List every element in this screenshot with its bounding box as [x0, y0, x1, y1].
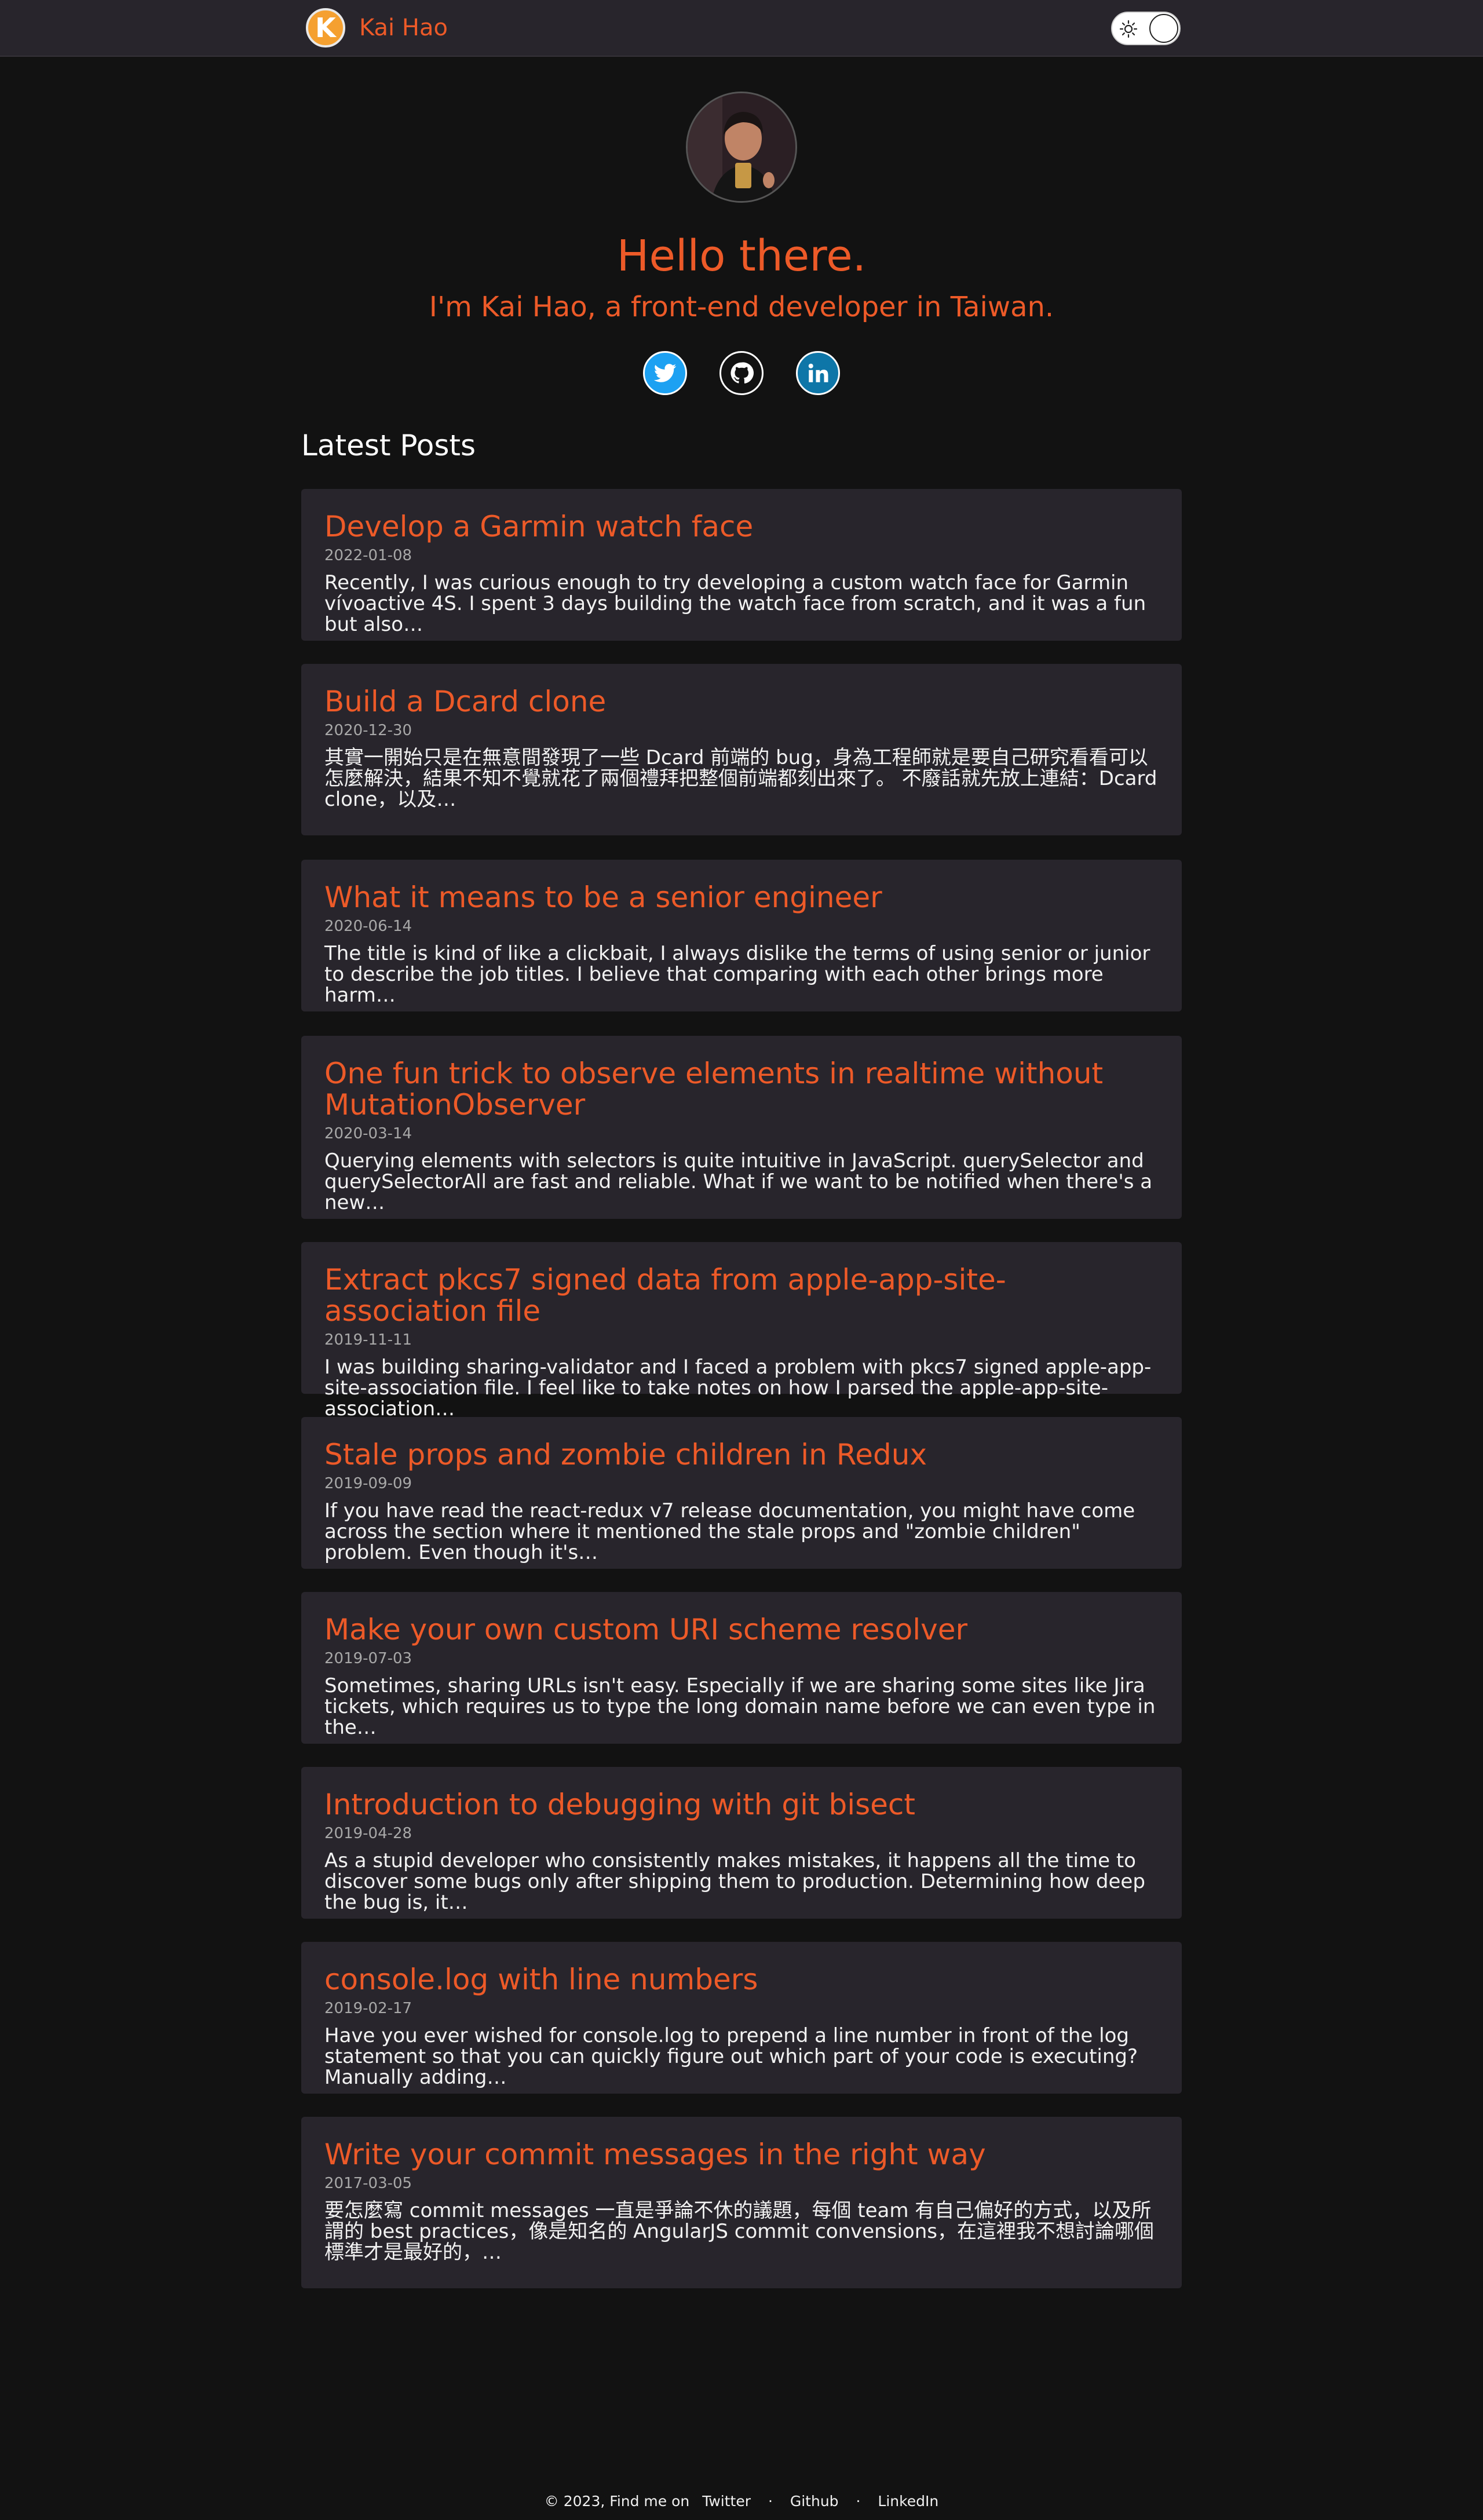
- post-excerpt: As a stupid developer who consistently m…: [324, 1849, 1145, 1914]
- post-date: 2020-06-14: [324, 918, 412, 935]
- post-card[interactable]: Extract pkcs7 signed data from apple-app…: [301, 1242, 1182, 1419]
- toggle-knob: [1149, 14, 1178, 43]
- site-footer: © 2023, Find me on Twitter · Github · Li…: [0, 2491, 1483, 2512]
- footer-separator: ·: [768, 2493, 773, 2510]
- site-title-link[interactable]: Kai Hao: [359, 12, 448, 44]
- post-title[interactable]: Stale props and zombie children in Redux: [324, 1439, 1159, 1470]
- post-excerpt: The title is kind of like a clickbait, I…: [324, 942, 1150, 1007]
- post-title[interactable]: Make your own custom URI scheme resolver: [324, 1614, 1159, 1645]
- linkedin-link[interactable]: [796, 351, 840, 395]
- post-title[interactable]: Introduction to debugging with git bisec…: [324, 1789, 1159, 1820]
- linkedin-icon: [808, 363, 828, 382]
- post-card[interactable]: What it means to be a senior engineer 20…: [301, 860, 1182, 1011]
- header-inner: K Kai Hao: [301, 0, 1182, 56]
- post-card[interactable]: Make your own custom URI scheme resolver…: [301, 1592, 1182, 1744]
- site-header: K Kai Hao: [0, 0, 1483, 57]
- post-excerpt: Have you ever wished for console.log to …: [324, 2024, 1138, 2089]
- post-card[interactable]: One fun trick to observe elements in rea…: [301, 1036, 1182, 1219]
- post-date: 2022-01-08: [324, 547, 412, 564]
- footer-linkedin-link[interactable]: LinkedIn: [878, 2491, 938, 2512]
- latest-posts-heading: Latest Posts: [301, 429, 476, 462]
- avatar-photo: [688, 93, 795, 201]
- post-date: 2019-11-11: [324, 1331, 412, 1349]
- post-title[interactable]: Extract pkcs7 signed data from apple-app…: [324, 1264, 1159, 1327]
- site-logo[interactable]: K: [306, 8, 345, 48]
- post-title[interactable]: Write your commit messages in the right …: [324, 2139, 1159, 2170]
- avatar: [686, 92, 797, 203]
- hero-intro: I'm Kai Hao, a front-end developer in Ta…: [429, 291, 1054, 323]
- footer-github-link[interactable]: Github: [790, 2491, 839, 2512]
- post-excerpt: Recently, I was curious enough to try de…: [324, 571, 1146, 636]
- post-excerpt: If you have read the react-redux v7 rele…: [324, 1499, 1135, 1564]
- post-title[interactable]: Develop a Garmin watch face: [324, 511, 1159, 542]
- post-title[interactable]: console.log with line numbers: [324, 1964, 1159, 1995]
- post-card[interactable]: Build a Dcard clone 2020-12-30 其實一開始只是在無…: [301, 664, 1182, 835]
- post-card[interactable]: Stale props and zombie children in Redux…: [301, 1417, 1182, 1569]
- post-card[interactable]: console.log with line numbers 2019-02-17…: [301, 1942, 1182, 2094]
- footer-copyright: © 2023, Find me on: [544, 2493, 690, 2510]
- post-date: 2019-09-09: [324, 1475, 412, 1492]
- theme-toggle[interactable]: [1111, 12, 1181, 45]
- post-card[interactable]: Introduction to debugging with git bisec…: [301, 1767, 1182, 1919]
- github-icon: [730, 362, 754, 384]
- post-date: 2020-03-14: [324, 1125, 412, 1142]
- post-excerpt: Querying elements with selectors is quit…: [324, 1149, 1153, 1214]
- post-excerpt: 其實一開始只是在無意間發現了一些 Dcard 前端的 bug，身為工程師就是要自…: [324, 746, 1157, 811]
- post-date: 2017-03-05: [324, 2175, 412, 2192]
- footer-separator: ·: [856, 2493, 861, 2510]
- hero-heading: Hello there.: [616, 231, 867, 281]
- post-excerpt: Sometimes, sharing URLs isn't easy. Espe…: [324, 1674, 1156, 1739]
- social-links: [0, 351, 1483, 397]
- post-card[interactable]: Develop a Garmin watch face 2022-01-08 R…: [301, 489, 1182, 641]
- post-date: 2019-02-17: [324, 2000, 412, 2017]
- twitter-link[interactable]: [643, 351, 687, 395]
- post-card[interactable]: Write your commit messages in the right …: [301, 2117, 1182, 2288]
- post-date: 2020-12-30: [324, 722, 412, 739]
- github-link[interactable]: [719, 351, 764, 395]
- post-title[interactable]: One fun trick to observe elements in rea…: [324, 1058, 1159, 1120]
- post-date: 2019-07-03: [324, 1650, 412, 1667]
- post-excerpt: I was building sharing-validator and I f…: [324, 1356, 1152, 1420]
- post-title[interactable]: Build a Dcard clone: [324, 686, 1159, 717]
- post-date: 2019-04-28: [324, 1825, 412, 1842]
- post-excerpt: 要怎麼寫 commit messages 一直是爭論不休的議題，每個 team …: [324, 2199, 1154, 2264]
- footer-twitter-link[interactable]: Twitter: [702, 2491, 751, 2512]
- logo-letter: K: [315, 12, 336, 43]
- sun-icon: [1119, 20, 1138, 38]
- post-title[interactable]: What it means to be a senior engineer: [324, 882, 1159, 913]
- twitter-icon: [653, 364, 677, 382]
